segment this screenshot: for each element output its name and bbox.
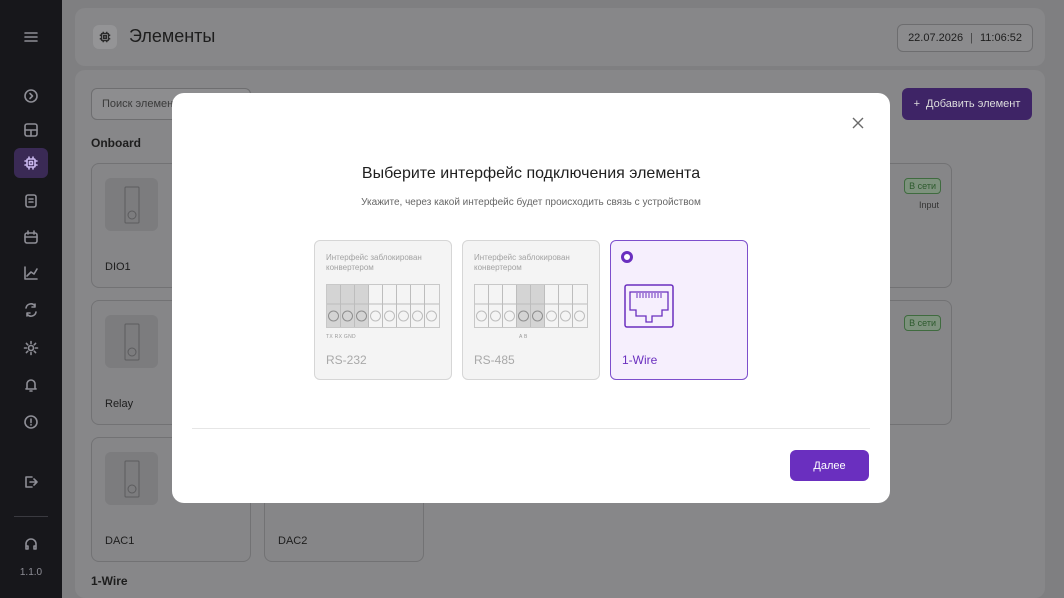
sidebar-item-info[interactable] <box>14 407 48 437</box>
logout-icon <box>25 476 38 488</box>
option-name: RS-485 <box>474 353 515 367</box>
modal-subtitle: Укажите, через какой интерфейс будет про… <box>361 197 701 208</box>
interface-select-modal: Выберите интерфейс подключения элемента … <box>172 93 890 503</box>
menu-icon[interactable] <box>14 22 48 52</box>
layout-icon <box>24 123 38 137</box>
element-name: DAC2 <box>278 535 308 547</box>
device-icon <box>105 452 158 505</box>
status-badge: В сети <box>904 178 941 194</box>
terminal-block-icon <box>326 284 440 328</box>
lock-text: Интерфейс заблокирован конвертером <box>474 253 570 272</box>
app-version: 1.1.0 <box>19 567 43 578</box>
chevron-circle-icon <box>24 89 38 103</box>
element-name: Relay <box>105 398 134 410</box>
modal-divider <box>192 428 870 429</box>
info-icon <box>24 415 38 429</box>
sidebar-item-charts[interactable] <box>14 258 48 288</box>
datetime-display: 22.07.2026 | 11:06:52 <box>897 24 1033 52</box>
status-badge: В сети <box>904 315 941 331</box>
close-icon[interactable] <box>850 115 866 131</box>
bell-icon <box>25 379 37 392</box>
sidebar-item-elements[interactable] <box>14 148 48 178</box>
sidebar-item-notifications[interactable] <box>14 370 48 400</box>
sidebar-item-sync[interactable] <box>14 295 48 325</box>
interface-option-rs485[interactable]: Интерфейс заблокирован конвертером A B R… <box>462 240 600 380</box>
page-header: Элементы 22.07.2026 | 11:06:52 <box>75 8 1045 66</box>
element-name: DAC1 <box>105 535 135 547</box>
sidebar-item-schedule[interactable] <box>14 222 48 252</box>
interface-option-1wire[interactable]: 1-Wire <box>610 240 748 380</box>
element-type: Input <box>918 200 939 210</box>
plus-icon: + <box>913 98 921 110</box>
pin-labels: A B <box>519 334 528 340</box>
rj45-port-icon <box>624 284 674 328</box>
gear-icon <box>23 340 39 356</box>
sidebar-item-overview[interactable] <box>14 81 48 111</box>
sidebar-divider <box>14 516 48 517</box>
add-element-button[interactable]: + Добавить элемент <box>902 88 1032 120</box>
add-element-label: Добавить элемент <box>926 98 1021 110</box>
datetime-separator: | <box>970 32 973 44</box>
interface-option-rs232[interactable]: Интерфейс заблокирован конвертером TX RX… <box>314 240 452 380</box>
radio-selected-icon[interactable] <box>621 251 633 263</box>
document-icon <box>25 194 37 208</box>
calendar-icon <box>24 230 38 244</box>
section-title-onboard: Onboard <box>91 136 141 150</box>
section-title-1wire: 1-Wire <box>91 574 128 588</box>
chart-icon <box>24 266 38 280</box>
chip-icon <box>24 156 38 170</box>
sidebar-item-settings[interactable] <box>14 333 48 363</box>
option-name: RS-232 <box>326 353 367 367</box>
element-name: DIO1 <box>105 261 131 273</box>
chip-icon <box>93 25 117 49</box>
pin-labels: TX RX GND <box>326 334 356 340</box>
terminal-block-icon <box>474 284 588 328</box>
device-icon <box>105 315 158 368</box>
device-icon <box>105 178 158 231</box>
date-text: 22.07.2026 <box>908 32 964 44</box>
lock-text: Интерфейс заблокирован конвертером <box>326 253 422 272</box>
headset-icon <box>25 538 37 550</box>
page-title: Элементы <box>129 26 216 46</box>
sidebar-item-logout[interactable] <box>14 467 48 497</box>
sidebar: 1.1.0 <box>0 0 62 598</box>
next-button[interactable]: Далее <box>790 450 869 481</box>
modal-title: Выберите интерфейс подключения элемента <box>361 165 701 182</box>
sidebar-item-support[interactable] <box>14 529 48 559</box>
sidebar-item-documents[interactable] <box>14 186 48 216</box>
sync-icon <box>25 303 37 317</box>
time-text: 11:06:52 <box>979 32 1022 44</box>
sidebar-item-dashboard[interactable] <box>14 115 48 145</box>
option-name: 1-Wire <box>622 353 658 367</box>
